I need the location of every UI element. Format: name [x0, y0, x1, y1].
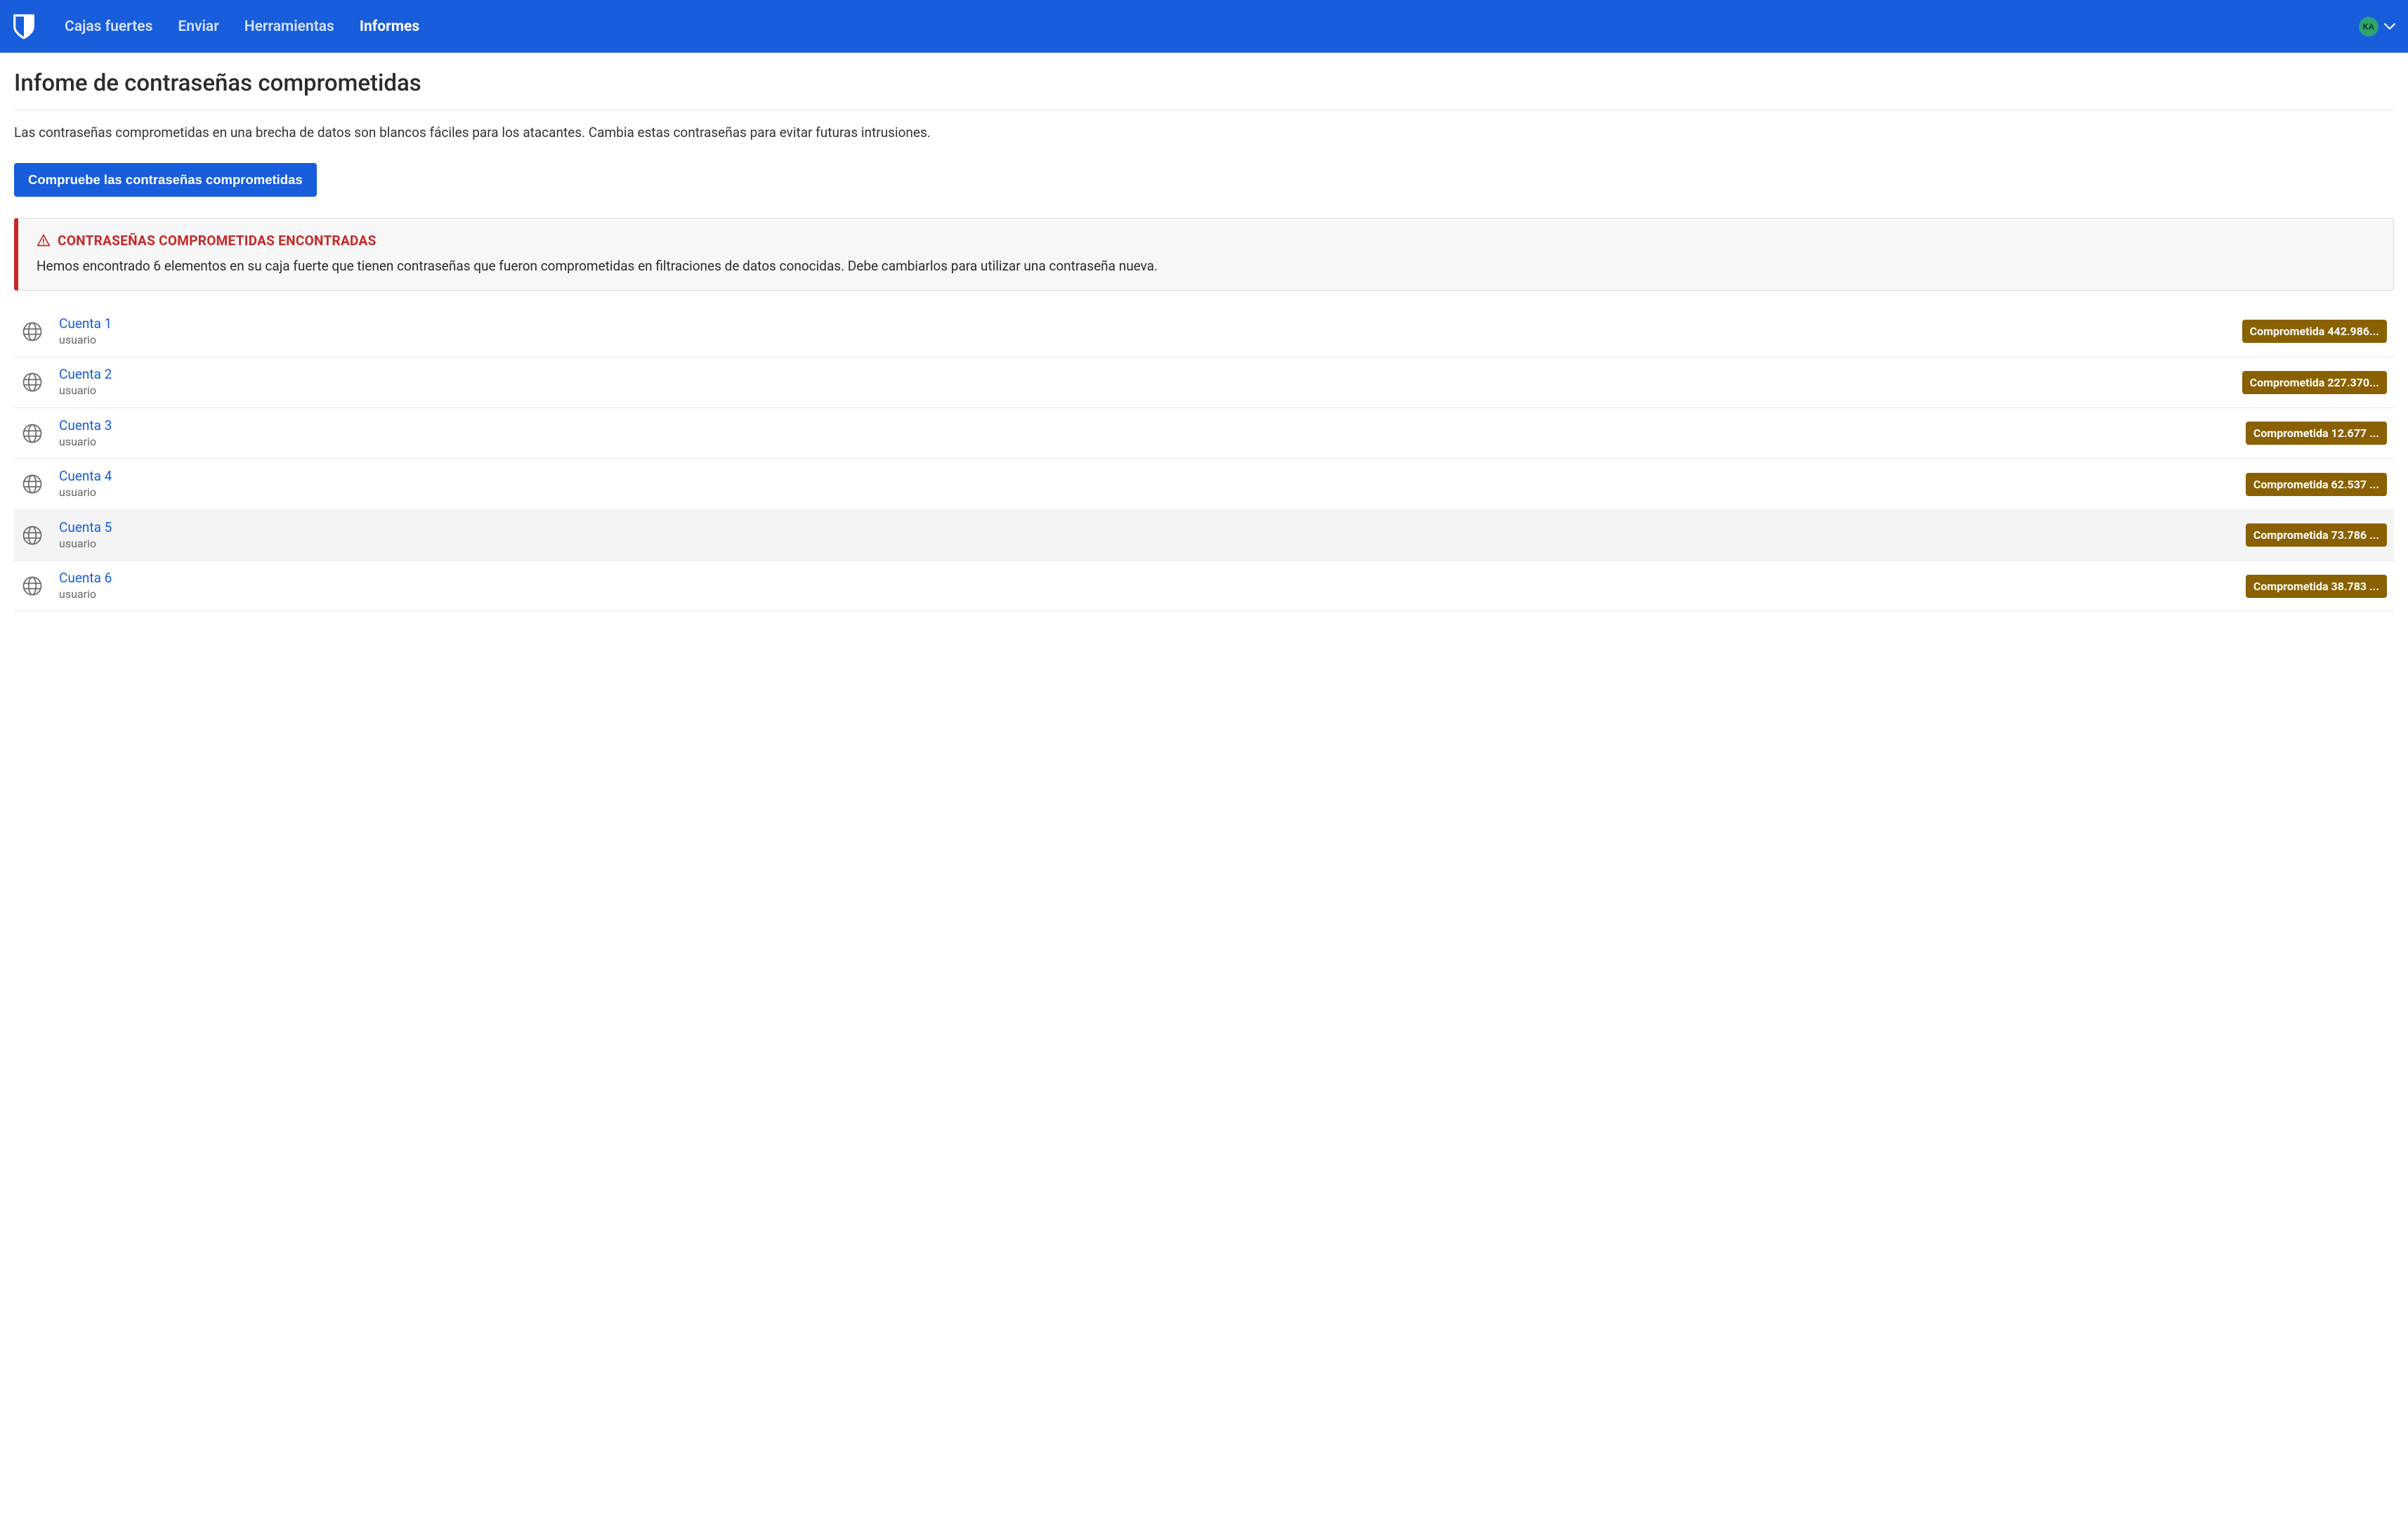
item-text: Cuenta 3 usuario: [59, 417, 2230, 449]
page-title: Infome de contraseñas comprometidas: [14, 70, 2394, 110]
globe-icon: [22, 423, 43, 444]
alert-body: Hemos encontrado 6 elementos en su caja …: [37, 256, 2375, 276]
item-name-link[interactable]: Cuenta 2: [59, 366, 2227, 384]
item-username: usuario: [59, 587, 2230, 602]
nav-send[interactable]: Enviar: [178, 18, 218, 35]
alert-box: CONTRASEÑAS COMPROMETIDAS ENCONTRADAS He…: [14, 218, 2394, 291]
main-content: Infome de contraseñas comprometidas Las …: [0, 53, 2408, 629]
status-badge: Comprometida 62.537 ...: [2246, 473, 2387, 496]
item-icon-wrap: [21, 524, 44, 547]
status-badge: Comprometida 12.677 ...: [2246, 422, 2387, 445]
check-exposed-button[interactable]: Compruebe las contraseñas comprometidas: [14, 163, 317, 197]
warning-triangle-icon: [37, 233, 51, 247]
item-text: Cuenta 5 usuario: [59, 519, 2230, 551]
item-icon-wrap: [21, 422, 44, 445]
item-name-link[interactable]: Cuenta 4: [59, 468, 2230, 486]
nav-tools[interactable]: Herramientas: [244, 18, 334, 35]
app-shield-logo-icon: [13, 13, 35, 40]
top-navbar: Cajas fuertes Enviar Herramientas Inform…: [0, 0, 2408, 53]
table-row[interactable]: Cuenta 6 usuario Comprometida 38.783 ...: [14, 561, 2394, 611]
item-icon-wrap: [21, 473, 44, 495]
primary-nav: Cajas fuertes Enviar Herramientas Inform…: [65, 18, 2359, 35]
globe-icon: [22, 372, 43, 393]
alert-title: CONTRASEÑAS COMPROMETIDAS ENCONTRADAS: [58, 233, 377, 249]
item-icon-wrap: [21, 575, 44, 597]
status-badge: Comprometida 227.370...: [2242, 371, 2387, 394]
status-badge: Comprometida 442.986...: [2242, 320, 2387, 343]
chevron-down-icon: [2384, 23, 2395, 30]
item-username: usuario: [59, 486, 2230, 500]
item-name-link[interactable]: Cuenta 6: [59, 570, 2230, 587]
globe-icon: [22, 474, 43, 495]
item-name-link[interactable]: Cuenta 5: [59, 519, 2230, 537]
item-text: Cuenta 2 usuario: [59, 366, 2227, 398]
table-row[interactable]: Cuenta 2 usuario Comprometida 227.370...: [14, 357, 2394, 408]
item-text: Cuenta 4 usuario: [59, 468, 2230, 500]
table-row[interactable]: Cuenta 4 usuario Comprometida 62.537 ...: [14, 459, 2394, 509]
item-username: usuario: [59, 333, 2227, 348]
nav-reports[interactable]: Informes: [360, 18, 419, 35]
user-menu[interactable]: KA: [2359, 17, 2395, 37]
alert-header: CONTRASEÑAS COMPROMETIDAS ENCONTRADAS: [37, 233, 2375, 249]
nav-vaults[interactable]: Cajas fuertes: [65, 18, 152, 35]
page-description: Las contraseñas comprometidas en una bre…: [14, 123, 2394, 143]
globe-icon: [22, 525, 43, 546]
table-row[interactable]: Cuenta 3 usuario Comprometida 12.677 ...: [14, 408, 2394, 459]
item-icon-wrap: [21, 320, 44, 343]
status-badge: Comprometida 38.783 ...: [2246, 575, 2387, 598]
item-text: Cuenta 6 usuario: [59, 570, 2230, 601]
item-username: usuario: [59, 435, 2230, 450]
item-name-link[interactable]: Cuenta 3: [59, 417, 2230, 435]
status-badge: Comprometida 73.786 ...: [2246, 523, 2387, 547]
item-name-link[interactable]: Cuenta 1: [59, 315, 2227, 333]
globe-icon: [22, 575, 43, 597]
avatar: KA: [2359, 17, 2378, 37]
table-row[interactable]: Cuenta 5 usuario Comprometida 73.786 ...: [14, 510, 2394, 561]
item-icon-wrap: [21, 371, 44, 393]
item-text: Cuenta 1 usuario: [59, 315, 2227, 347]
item-username: usuario: [59, 537, 2230, 552]
item-username: usuario: [59, 384, 2227, 398]
table-row[interactable]: Cuenta 1 usuario Comprometida 442.986...: [14, 306, 2394, 357]
results-list: Cuenta 1 usuario Comprometida 442.986...…: [14, 306, 2394, 612]
globe-icon: [22, 321, 43, 342]
